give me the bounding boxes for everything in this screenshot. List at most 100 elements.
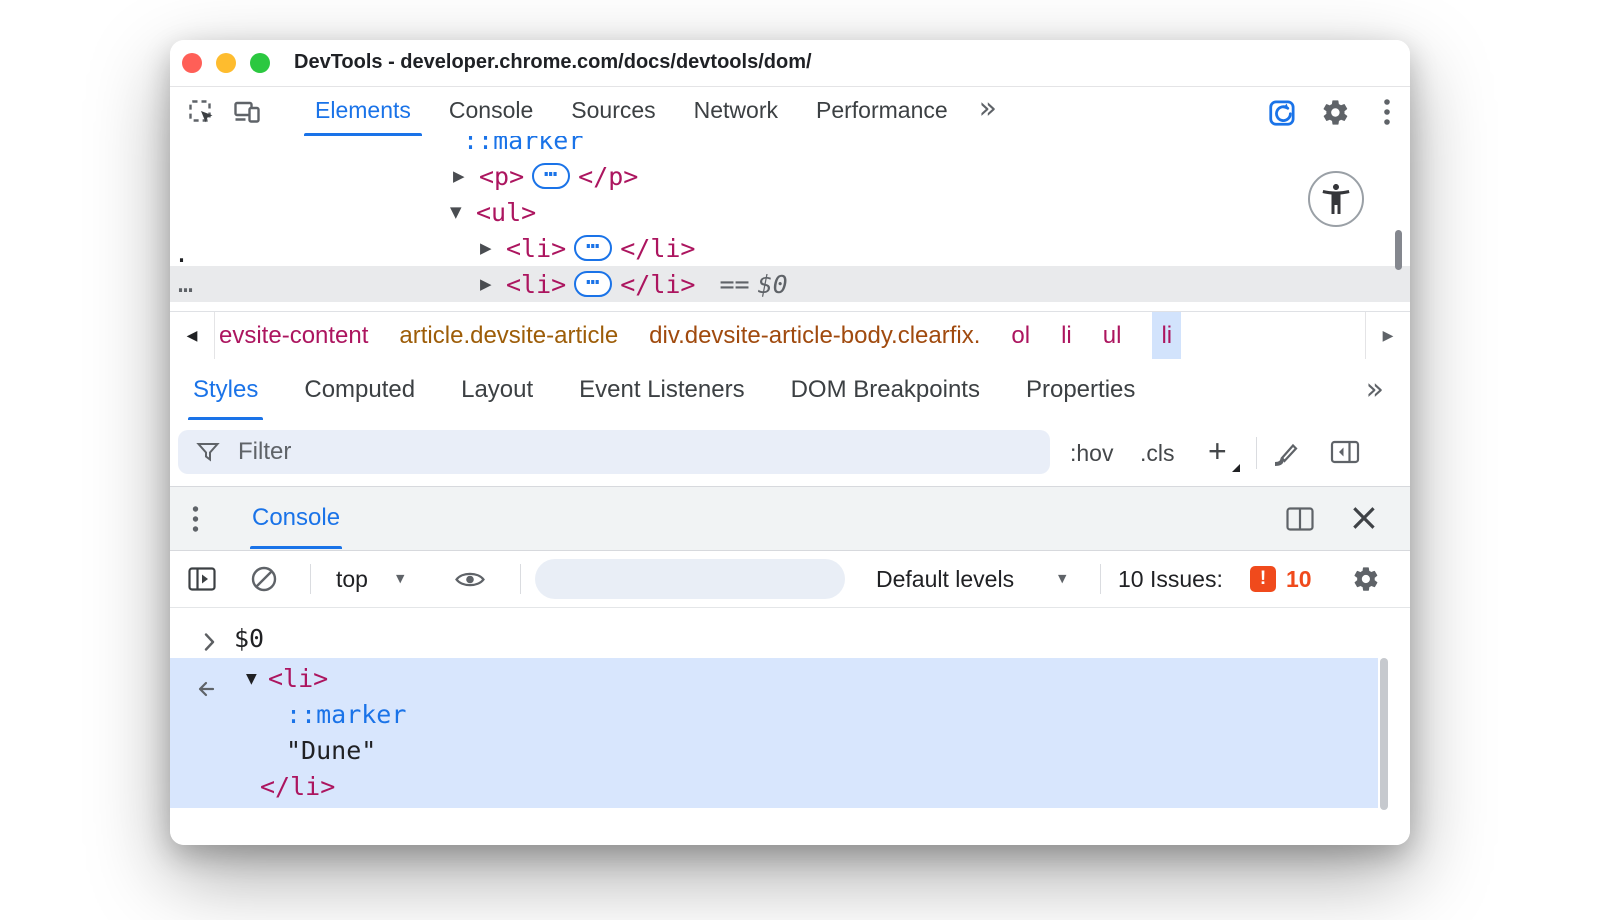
breadcrumb-scroll-right-icon[interactable]: ▶ [1365,312,1410,359]
p-open-tag[interactable]: <p> [479,162,524,191]
ul-open-tag[interactable]: <ul> [476,198,536,227]
breadcrumb-item[interactable]: ul [1103,322,1122,350]
expand-expanded-icon[interactable]: ▼ [450,203,468,221]
tree-row-marker[interactable]: ::marker [170,136,1410,158]
new-style-rule-button[interactable]: + [1208,420,1227,482]
filter-funnel-icon [196,441,220,463]
tab-styles[interactable]: Styles [170,359,281,420]
breadcrumb-item[interactable]: evsite-content [219,322,368,350]
inline-expand-dots: … [586,265,600,290]
breadcrumb-item[interactable]: article.devsite-article [399,322,618,350]
inspect-icon[interactable] [184,95,218,129]
expanded-element-result[interactable]: ▼ <li> ::marker "Dune" </li> [170,658,1378,808]
li-close-tag[interactable]: </li> [260,769,335,805]
accessibility-icon[interactable] [1308,171,1364,227]
elements-scrollbar-thumb[interactable] [1395,230,1402,270]
breadcrumb-item[interactable]: li [1061,322,1072,350]
console-scrollbar-thumb[interactable] [1380,658,1388,810]
tab-properties[interactable]: Properties [1003,359,1158,420]
styles-filter-input[interactable] [236,437,1032,467]
more-tabs-icon[interactable]: » [967,87,1009,136]
console-settings-gear-icon[interactable] [1352,565,1380,593]
tab-event-listeners[interactable]: Event Listeners [556,359,767,420]
close-window-button[interactable] [182,53,202,73]
context-selector-caret-icon[interactable]: ▼ [396,551,404,607]
live-expression-eye-icon[interactable] [454,569,486,590]
console-result-row[interactable]: $0 [170,620,1410,658]
entry-row-text[interactable]: "Dune" [170,733,1378,769]
drawer-kebab-menu-icon[interactable] [192,505,199,533]
tab-dom-breakpoints[interactable]: DOM Breakpoints [768,359,1003,420]
marker-pseudo-element[interactable]: ::marker [463,136,583,155]
entry-row-open[interactable]: ▼ <li> [170,661,1378,697]
issues-count[interactable]: 10 [1286,551,1312,607]
tree-row-li-1[interactable]: ▶ <li> … </li> [170,230,1410,266]
sidebar-toggle-icon[interactable] [1330,439,1360,465]
tab-layout[interactable]: Layout [438,359,556,420]
breadcrumb-item[interactable]: ol [1011,322,1030,350]
breadcrumb-item[interactable]: div.devsite-article-body.clearfix. [649,322,980,350]
p-close-tag[interactable]: </p> [578,162,638,191]
breadcrumb-list: evsite-content article.devsite-article d… [215,312,1365,359]
clear-console-icon[interactable] [250,565,278,593]
default-levels-dropdown[interactable]: Default levels [876,551,1014,607]
inline-expand-icon[interactable]: … [574,271,612,297]
element-classes-button[interactable]: .cls [1140,420,1175,486]
tab-computed[interactable]: Computed [281,359,438,420]
breadcrumb-item-selected[interactable]: li [1152,312,1181,359]
console-toolbar: top ▼ Default levels ▼ 10 Issues: ! 10 [170,551,1410,608]
minimize-window-button[interactable] [216,53,236,73]
tab-console[interactable]: Console [430,87,552,136]
close-drawer-icon[interactable]: × [1348,487,1380,547]
li-open-tag[interactable]: <li> [268,661,328,697]
entry-row-marker[interactable]: ::marker [170,697,1378,733]
tab-performance-label: Performance [816,97,948,123]
device-toolbar-icon[interactable] [230,95,264,129]
styles-filter-field[interactable] [178,430,1050,474]
text-node-value: "Dune" [286,733,376,769]
expand-collapsed-icon[interactable]: ▶ [480,275,498,293]
tree-row-p[interactable]: ▶ <p> … </p> [170,158,1410,194]
breadcrumb-scroll-left-icon[interactable]: ◀ [170,312,215,359]
li-open-tag[interactable]: <li> [506,270,566,299]
toggle-element-state-button[interactable]: :hov [1070,420,1113,486]
main-toolbar: Elements Console Sources Network Perform… [170,87,1410,136]
default-levels-caret-icon[interactable]: ▼ [1058,551,1066,607]
toolbar-divider [310,564,311,594]
expand-collapsed-icon[interactable]: ▶ [480,239,498,257]
tree-row-li-selected[interactable]: … ▶ <li> … </li> == $0 [170,266,1410,302]
drawer-tab-console[interactable]: Console [250,487,342,549]
more-styles-tabs-icon[interactable]: » [1340,359,1410,420]
expand-collapsed-icon[interactable]: ▶ [453,167,471,185]
li-close-tag[interactable]: </li> [620,234,695,263]
console-filter-field[interactable] [535,559,845,599]
marker-pseudo-element[interactable]: ::marker [286,697,406,733]
issues-label[interactable]: 10 Issues: [1118,551,1223,607]
settings-gear-icon[interactable] [1318,95,1352,129]
inline-expand-icon[interactable]: … [532,163,570,189]
split-panel-icon[interactable] [1286,507,1314,531]
tab-performance[interactable]: Performance [797,87,967,136]
tab-sources[interactable]: Sources [552,87,674,136]
eval-result-value[interactable]: $0 [234,620,264,658]
inline-expand-icon[interactable]: … [574,235,612,261]
titlebar: DevTools - developer.chrome.com/docs/dev… [170,40,1410,87]
styles-filter-toolbar: :hov .cls + [170,420,1410,487]
console-filter-input[interactable] [565,565,857,593]
paint-brush-icon[interactable] [1270,438,1300,466]
entry-row-close[interactable]: </li> [170,769,1378,805]
tab-network[interactable]: Network [675,87,797,136]
collapse-caret-icon[interactable]: ▼ [246,661,257,697]
new-style-rule-dropdown-corner[interactable] [1232,464,1240,472]
tree-row-ul[interactable]: ▼ <ul> [170,194,1410,230]
extension-refresh-icon[interactable] [1266,95,1300,129]
li-close-tag[interactable]: </li> [620,270,695,299]
console-sidebar-icon[interactable] [188,567,216,591]
tab-elements[interactable]: Elements [296,87,430,136]
tab-styles-label: Styles [193,376,258,404]
fullscreen-window-button[interactable] [250,53,270,73]
more-options-kebab-icon[interactable] [1370,95,1404,129]
context-selector[interactable]: top [336,551,368,607]
li-open-tag[interactable]: <li> [506,234,566,263]
issues-icon[interactable]: ! [1250,566,1276,592]
